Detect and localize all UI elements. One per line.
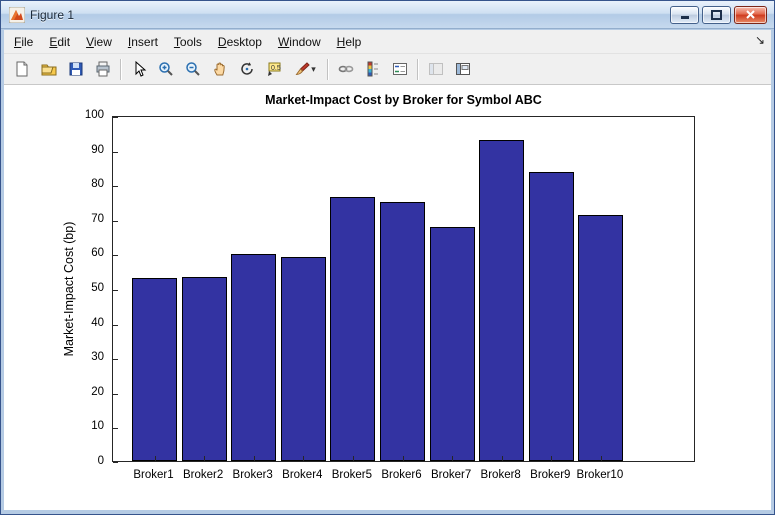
figure-window: Figure 1 File Edit View Insert Tools Desktop W… bbox=[0, 0, 775, 515]
y-tick-label: 90 bbox=[91, 143, 104, 156]
insert-colorbar-icon[interactable] bbox=[360, 57, 385, 82]
x-tick-label: Broker10 bbox=[576, 469, 624, 481]
show-plot-tools-icon[interactable] bbox=[450, 57, 475, 82]
y-tick-mark bbox=[113, 324, 118, 326]
toolbar-separator bbox=[417, 58, 418, 80]
maximize-button[interactable] bbox=[702, 5, 731, 24]
x-tick-mark bbox=[352, 456, 354, 461]
bar-broker10[interactable] bbox=[578, 215, 624, 461]
x-tick-mark bbox=[303, 456, 305, 461]
hide-plot-tools-icon[interactable] bbox=[423, 57, 448, 82]
open-file-icon[interactable] bbox=[36, 57, 61, 82]
y-tick-mark bbox=[113, 255, 118, 257]
figure-canvas: Market-Impact Cost by Broker for Symbol … bbox=[4, 85, 771, 510]
y-tick-mark bbox=[113, 151, 118, 153]
x-tick-mark bbox=[551, 456, 553, 461]
y-tick-mark bbox=[113, 220, 118, 222]
bar-broker8[interactable] bbox=[479, 139, 525, 461]
menubar: File Edit View Insert Tools Desktop Window Help… bbox=[4, 30, 771, 54]
new-figure-icon[interactable] bbox=[9, 57, 34, 82]
bar-broker2[interactable] bbox=[181, 276, 227, 461]
y-tick-label: 20 bbox=[91, 385, 104, 398]
save-figure-icon[interactable] bbox=[63, 57, 88, 82]
window-frame: File Edit View Insert Tools Desktop Window Help… bbox=[1, 30, 774, 514]
y-tick-mark bbox=[113, 428, 118, 430]
menu-item-edit[interactable]: Edit bbox=[41, 32, 78, 52]
y-tick-mark bbox=[113, 393, 118, 395]
svg-text:0.5: 0.5 bbox=[271, 65, 281, 72]
y-tick-label: 30 bbox=[91, 351, 104, 364]
titlebar[interactable]: Figure 1 bbox=[1, 1, 774, 29]
zoom-in-icon[interactable] bbox=[153, 57, 178, 82]
chart-title: Market-Impact Cost by Broker for Symbol … bbox=[265, 93, 542, 107]
bar-broker6[interactable] bbox=[380, 201, 425, 461]
rotate-3d-icon[interactable] bbox=[234, 57, 259, 82]
x-tick-mark bbox=[253, 456, 255, 461]
pan-hand-icon[interactable] bbox=[207, 57, 232, 82]
x-tick-mark bbox=[402, 456, 404, 461]
x-tick-mark bbox=[501, 456, 503, 461]
zoom-out-icon[interactable] bbox=[180, 57, 205, 82]
menu-item-view[interactable]: View bbox=[78, 32, 120, 52]
bar-broker7[interactable] bbox=[429, 227, 475, 461]
bar-broker9[interactable] bbox=[528, 171, 574, 461]
plot-area[interactable] bbox=[112, 116, 695, 463]
bar-broker3[interactable] bbox=[231, 254, 277, 461]
print-figure-icon[interactable] bbox=[90, 57, 115, 82]
y-tick-label: 80 bbox=[91, 178, 104, 191]
menu-item-desktop[interactable]: Desktop bbox=[210, 32, 270, 52]
y-tick-mark bbox=[113, 117, 118, 118]
bar-broker1[interactable] bbox=[132, 278, 177, 461]
x-tick-mark bbox=[452, 456, 454, 461]
y-tick-label: 70 bbox=[91, 212, 104, 225]
close-button[interactable] bbox=[734, 5, 767, 24]
y-tick-mark bbox=[113, 186, 118, 188]
data-cursor-icon[interactable]: 0.5 bbox=[261, 57, 286, 82]
menu-item-help[interactable]: Help bbox=[329, 32, 370, 52]
figure-toolbar: 0.5 ▾ bbox=[4, 54, 771, 85]
dock-figure-icon[interactable]: ↘ bbox=[755, 33, 765, 47]
link-plot-icon[interactable] bbox=[333, 57, 358, 82]
x-tick-mark bbox=[154, 456, 156, 461]
y-tick-label: 50 bbox=[91, 282, 104, 294]
edit-plot-arrow-icon[interactable] bbox=[126, 57, 151, 82]
menu-item-tools[interactable]: Tools bbox=[166, 32, 210, 52]
y-tick-label: 40 bbox=[91, 316, 104, 329]
y-tick-label: 60 bbox=[91, 247, 104, 260]
insert-legend-icon[interactable] bbox=[387, 57, 412, 82]
toolbar-separator bbox=[120, 58, 121, 80]
menu-item-insert[interactable]: Insert bbox=[120, 32, 166, 52]
window-title: Figure 1 bbox=[30, 7, 75, 22]
menu-item-file[interactable]: File bbox=[6, 32, 41, 52]
matlab-figure-icon bbox=[9, 6, 25, 23]
y-tick-mark bbox=[113, 290, 118, 291]
toolbar-separator bbox=[327, 58, 328, 80]
minimize-button[interactable] bbox=[670, 5, 699, 24]
bar-broker5[interactable] bbox=[330, 197, 376, 461]
y-tick-mark bbox=[113, 462, 118, 463]
brush-dropdown-caret[interactable]: ▾ bbox=[311, 64, 316, 74]
y-tick-label: 0 bbox=[97, 455, 104, 467]
brush-data-icon[interactable]: ▾ bbox=[288, 57, 322, 82]
y-tick-mark bbox=[113, 359, 118, 361]
x-tick-mark bbox=[600, 456, 602, 461]
menu-item-window[interactable]: Window bbox=[270, 32, 329, 52]
y-tick-label: 100 bbox=[84, 109, 104, 121]
x-tick-mark bbox=[204, 456, 206, 461]
bar-broker4[interactable] bbox=[280, 256, 326, 461]
y-tick-label: 10 bbox=[91, 420, 104, 433]
